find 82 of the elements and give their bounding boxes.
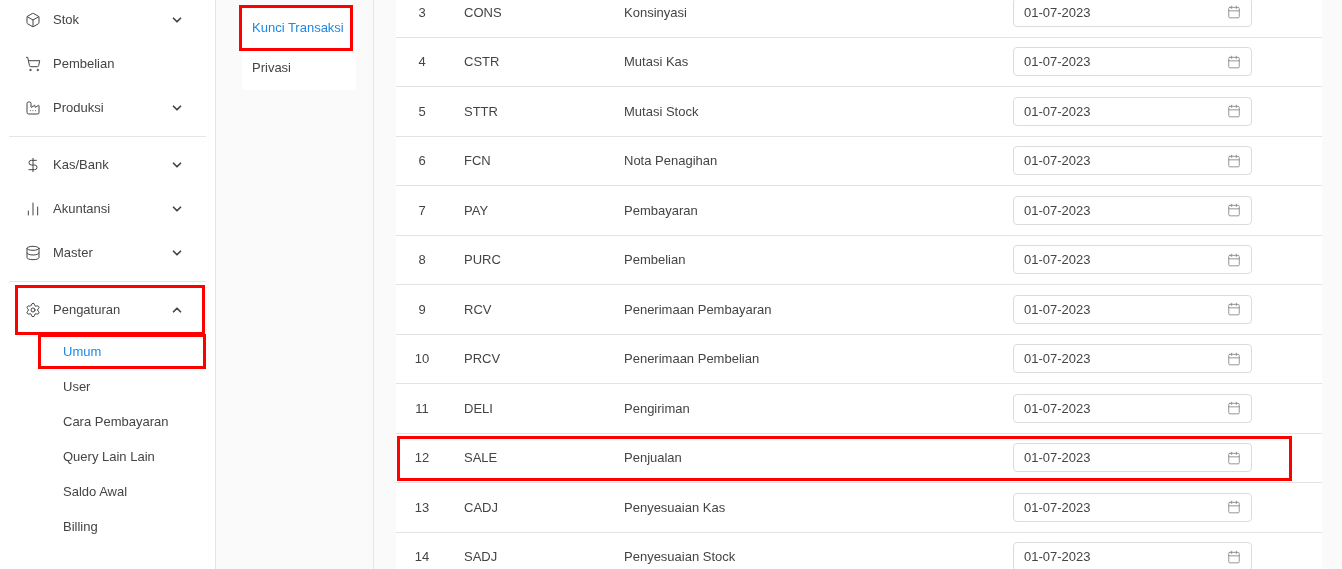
date-field[interactable]: 01-07-2023: [1013, 344, 1252, 374]
calendar-icon: [1227, 153, 1241, 168]
date-field[interactable]: 01-07-2023: [1013, 195, 1252, 225]
database-icon: [25, 245, 41, 261]
sidebar-item[interactable]: Produksi: [18, 86, 202, 130]
table-cell-text: 11: [414, 399, 430, 418]
submenu-item[interactable]: Query Lain Lain: [41, 442, 203, 471]
calendar-icon: [1227, 104, 1241, 119]
table-cell-text: Penjualan: [624, 449, 683, 467]
calendar-icon: [1227, 401, 1241, 416]
table-cell-text: PRCV: [463, 350, 502, 368]
submenu-item[interactable]: User: [41, 372, 203, 401]
table-cell-text: DELI: [463, 399, 494, 418]
table-cell-text: FCN: [463, 152, 492, 170]
table-cell-text: CADJ: [463, 498, 499, 517]
table-cell-text: 8: [417, 251, 427, 269]
table-cell-text: Mutasi Stock: [624, 102, 700, 121]
box-icon: [25, 12, 41, 28]
table-cell-text: Pembelian: [624, 251, 687, 269]
cart-icon: [25, 56, 41, 72]
calendar-icon: [1227, 5, 1241, 20]
calendar-icon: [1227, 54, 1241, 69]
calendar-icon: [1227, 203, 1241, 218]
calendar-icon: [1227, 549, 1241, 564]
sidebar-item[interactable]: Pembelian: [18, 42, 202, 86]
date-field[interactable]: 01-07-2023: [1013, 393, 1252, 423]
table-cell-text: 9: [417, 300, 427, 319]
date-field[interactable]: 01-07-2023: [1013, 542, 1252, 569]
sidebar-item[interactable]: Akuntansi: [18, 187, 202, 231]
calendar-icon: [1227, 500, 1241, 515]
table-cell-text: 6: [417, 152, 427, 170]
table-cell-text: Penerimaan Pembayaran: [624, 300, 773, 319]
date-field[interactable]: 01-07-2023: [1013, 492, 1252, 522]
sidebar-item[interactable]: Kas/Bank: [18, 143, 202, 187]
submenu-item[interactable]: Saldo Awal: [41, 477, 203, 506]
settings-tab[interactable]: Kunci Transaksi: [242, 8, 350, 48]
date-field[interactable]: 01-07-2023: [1013, 443, 1252, 473]
submenu-item[interactable]: Billing: [41, 512, 203, 541]
table-cell-text: 7: [417, 201, 427, 220]
table-cell-text: 10: [413, 350, 431, 368]
table-cell-text: CSTR: [463, 53, 501, 71]
date-field[interactable]: 01-07-2023: [1013, 96, 1252, 126]
table-cell-text: Penerimaan Pembelian: [624, 350, 761, 368]
table-cell-text: STTR: [463, 102, 499, 121]
sidebar-item[interactable]: Pengaturan: [18, 288, 202, 332]
submenu-item[interactable]: Cara Pembayaran: [41, 407, 203, 436]
table-cell-text: SADJ: [463, 548, 499, 566]
table-cell-text: Mutasi Kas: [624, 53, 690, 71]
date-field[interactable]: 01-07-2023: [1013, 245, 1252, 275]
table-cell-text: PAY: [463, 201, 490, 220]
table-cell-text: Pembayaran: [624, 201, 699, 220]
sidebar-item[interactable]: Master: [18, 231, 202, 275]
table-cell-text: Nota Penagihan: [624, 152, 719, 170]
table-cell-text: 4: [417, 53, 427, 71]
table-cell-text: RCV: [463, 300, 493, 319]
sidebar-item[interactable]: Stok: [18, 0, 202, 42]
table-cell-text: Pengiriman: [624, 399, 691, 418]
calendar-icon: [1227, 450, 1241, 465]
table-cell-text: 14: [413, 548, 431, 566]
table-cell-text: 3: [417, 3, 427, 22]
table-cell-text: Penyesuaian Kas: [624, 498, 727, 517]
date-field[interactable]: 01-07-2023: [1013, 47, 1252, 77]
table-cell-text: CONS: [463, 3, 503, 22]
calendar-icon: [1227, 302, 1241, 317]
table-cell-text: SALE: [463, 449, 499, 467]
settings-tab[interactable]: Privasi: [242, 48, 356, 88]
date-field[interactable]: 01-07-2023: [1013, 0, 1252, 27]
table-cell-text: 5: [417, 102, 427, 121]
calendar-icon: [1227, 351, 1241, 366]
bar-chart-icon: [25, 201, 41, 217]
table-cell-text: 13: [413, 498, 431, 517]
settings-icon: [25, 302, 41, 318]
table-cell-text: 12: [413, 449, 431, 467]
table-cell-text: Konsinyasi: [624, 3, 688, 22]
table-cell-text: PURC: [463, 251, 502, 269]
dollar-icon: [25, 157, 41, 173]
calendar-icon: [1227, 252, 1241, 267]
submenu-item[interactable]: Umum: [41, 337, 203, 366]
date-field[interactable]: 01-07-2023: [1013, 294, 1252, 324]
factory-icon: [25, 100, 41, 116]
date-field[interactable]: 01-07-2023: [1013, 146, 1252, 176]
table-cell-text: Penyesuaian Stock: [624, 548, 737, 566]
